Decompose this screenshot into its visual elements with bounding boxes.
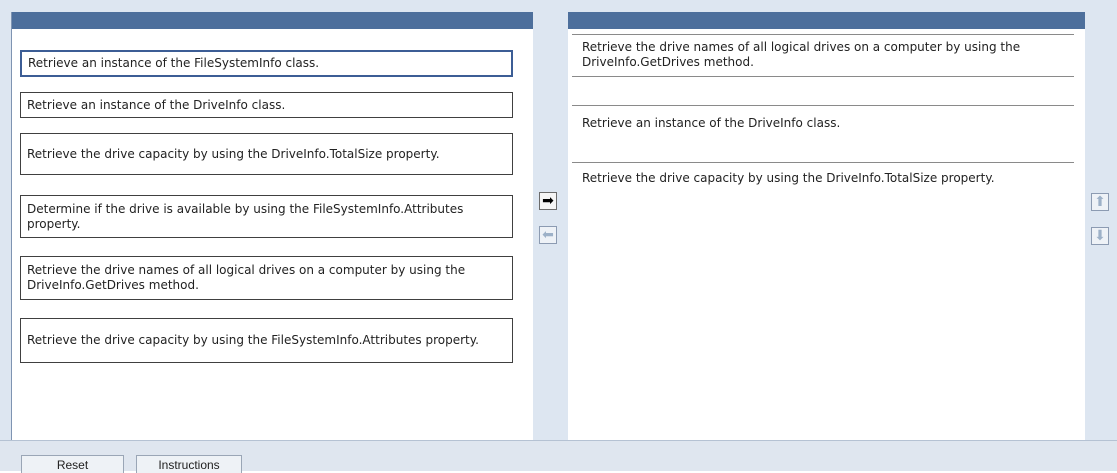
source-item-label: Retrieve the drive capacity by using the… xyxy=(27,333,479,347)
source-item[interactable]: Determine if the drive is available by u… xyxy=(20,195,513,238)
target-slot-label: Retrieve an instance of the DriveInfo cl… xyxy=(582,116,841,130)
move-right-button[interactable]: ➡ xyxy=(539,192,557,210)
move-left-button[interactable]: ⬅ xyxy=(539,226,557,244)
target-slot[interactable]: Retrieve the drive capacity by using the… xyxy=(572,162,1074,222)
source-item-label: Retrieve the drive names of all logical … xyxy=(27,263,466,292)
source-item[interactable]: Retrieve an instance of the FileSystemIn… xyxy=(20,50,513,77)
target-slot[interactable]: Retrieve the drive names of all logical … xyxy=(572,34,1074,77)
arrow-left-icon: ⬅ xyxy=(542,227,554,243)
source-item[interactable]: Retrieve the drive names of all logical … xyxy=(20,256,513,300)
source-list-pane: Retrieve an instance of the FileSystemIn… xyxy=(11,12,533,440)
footer-bar: Reset Instructions xyxy=(0,440,1117,473)
source-item-label: Retrieve an instance of the DriveInfo cl… xyxy=(27,97,286,112)
move-down-button[interactable]: ⬇ xyxy=(1091,227,1109,245)
target-list-pane: Retrieve the drive names of all logical … xyxy=(568,12,1085,440)
target-slot[interactable]: Retrieve an instance of the DriveInfo cl… xyxy=(572,105,1074,143)
source-item-label: Retrieve the drive capacity by using the… xyxy=(27,146,440,161)
source-item[interactable]: Retrieve the drive capacity by using the… xyxy=(20,318,513,363)
target-slot-label: Retrieve the drive capacity by using the… xyxy=(582,171,995,185)
target-slot-label: Retrieve the drive names of all logical … xyxy=(582,40,1021,69)
target-list-header xyxy=(568,12,1085,29)
instructions-button[interactable]: Instructions xyxy=(136,455,242,473)
source-item[interactable]: Retrieve an instance of the DriveInfo cl… xyxy=(20,92,513,118)
drag-drop-exercise: Retrieve an instance of the FileSystemIn… xyxy=(0,0,1117,473)
reset-button[interactable]: Reset xyxy=(21,455,124,473)
source-item[interactable]: Retrieve the drive capacity by using the… xyxy=(20,133,513,175)
source-item-label: Retrieve an instance of the FileSystemIn… xyxy=(28,56,320,70)
source-item-label: Determine if the drive is available by u… xyxy=(27,201,464,231)
arrow-right-icon: ➡ xyxy=(542,193,554,209)
move-up-button[interactable]: ⬆ xyxy=(1091,193,1109,211)
arrow-down-icon: ⬇ xyxy=(1094,228,1106,244)
arrow-up-icon: ⬆ xyxy=(1094,194,1106,210)
source-list-header xyxy=(12,12,533,29)
